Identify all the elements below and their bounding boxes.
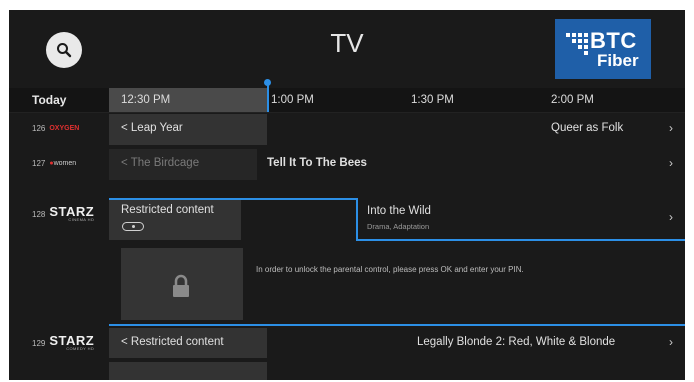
program-title[interactable]: Restricted content [121,204,214,216]
channel-row-128: 128 STARZ CINEMA HD Restricted content In… [9,182,685,240]
program-title[interactable]: Into the Wild [367,205,431,217]
channel-number: 127 [32,159,46,168]
search-button[interactable] [46,32,82,68]
channel-row-126: 126 OXYGEN < Leap Year Queer as Folk › [9,112,685,145]
program-title[interactable]: Queer as Folk [551,122,623,134]
channel-row-129: 129 STARZ COMEDY HD < Restricted content … [9,326,685,358]
channel-logo-starz-comedy: STARZ COMEDY HD [49,333,95,351]
day-label[interactable]: Today [9,88,109,112]
channel-logo-starz-cinema: STARZ CINEMA HD [49,204,95,222]
channel-row-127: 127 ●women < The Birdcage Tell It To The… [9,147,685,180]
current-time-marker [264,79,271,86]
channel-cell[interactable]: 129 STARZ COMEDY HD [9,328,109,358]
program-cell-partial[interactable] [109,362,267,380]
timeslot-100: 1:00 PM [271,94,314,106]
chevron-right-icon[interactable]: › [669,156,673,170]
program-genre: Drama, Adaptation [367,222,430,231]
parental-control-message: In order to unlock the parental control,… [256,265,524,274]
channel-cell[interactable]: 126 OXYGEN [9,112,109,145]
current-time-line [267,82,269,112]
tv-guide-screen: TV BTC Fiber Today 12:30 PM 1:00 PM 1:30… [9,10,685,380]
logo-line2: Fiber [597,51,639,70]
btc-fiber-logo: BTC Fiber [555,19,651,79]
timeslot-1230: 12:30 PM [121,94,171,106]
search-icon [57,43,72,58]
chevron-right-icon[interactable]: › [669,121,673,135]
timeslot-200: 2:00 PM [551,94,594,106]
toggle-icon [122,222,144,231]
parental-lock-box [121,248,243,320]
selection-outline-step [356,198,358,240]
selection-outline-bottom [356,239,685,241]
program-title[interactable]: < Restricted content [121,336,224,348]
chevron-right-icon[interactable]: › [669,210,673,224]
program-title[interactable]: < Leap Year [121,122,183,134]
channel-number: 129 [32,338,46,348]
program-title[interactable]: Tell It To The Bees [267,157,367,169]
channel-cell[interactable]: 127 ●women [9,147,109,180]
timeslot-130: 1:30 PM [411,94,454,106]
channel-logo-oxygen: OXYGEN [49,125,80,132]
channel-number: 126 [32,124,46,133]
selection-outline-top [109,198,357,200]
channel-number: 128 [32,209,46,219]
program-title[interactable]: Legally Blonde 2: Red, White & Blonde [417,336,615,348]
chevron-right-icon[interactable]: › [669,335,673,349]
page-title: TV [330,28,364,58]
program-title[interactable]: < The Birdcage [121,157,199,169]
lock-icon [173,274,189,297]
channel-logo-women: ●women [49,160,77,167]
logo-mark-icon [566,33,588,55]
channel-cell[interactable]: 128 STARZ CINEMA HD [9,200,109,228]
